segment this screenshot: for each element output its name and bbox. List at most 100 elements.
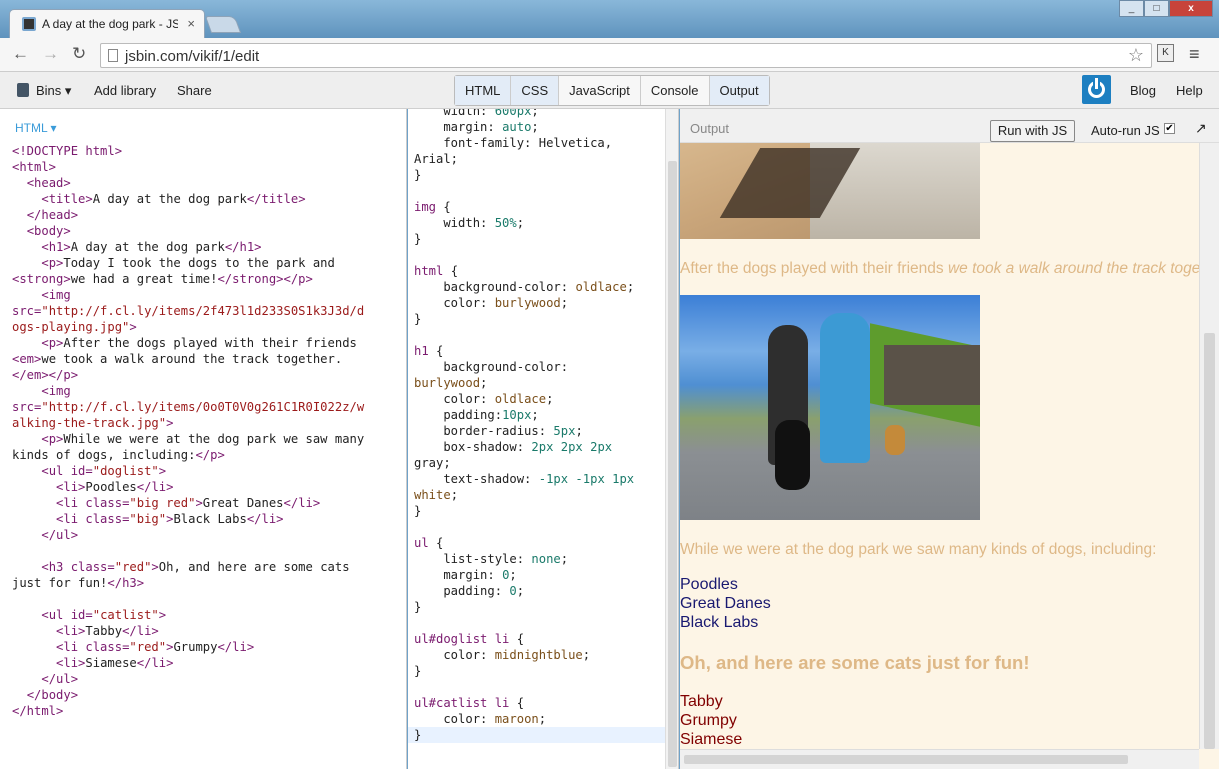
code-line[interactable]: <strong>we had a great time!</strong></p… [12, 271, 364, 287]
css-code[interactable]: width: 600px; margin: auto; font-family:… [408, 109, 665, 743]
code-line[interactable]: ul#catlist li { [414, 695, 665, 711]
code-line[interactable]: <h3 class="red">Oh, and here are some ca… [12, 559, 364, 575]
code-line[interactable]: width: 600px; [414, 109, 665, 119]
add-library-button[interactable]: Add library [94, 83, 156, 98]
code-line[interactable]: width: 50%; [414, 215, 665, 231]
code-line[interactable]: margin: auto; [414, 119, 665, 135]
url-input[interactable]: jsbin.com/vikif/1/edit ☆ [100, 43, 1152, 68]
html-code[interactable]: <!DOCTYPE html> <html> <head> <title>A da… [12, 143, 364, 719]
expand-output-icon[interactable]: ↗ [1195, 120, 1207, 137]
code-line[interactable]: <li class="red">Grumpy</li> [12, 639, 364, 655]
code-line[interactable]: } [414, 503, 665, 519]
back-icon[interactable]: ← [12, 44, 29, 64]
new-tab-button[interactable] [204, 16, 242, 33]
code-line[interactable] [12, 543, 364, 559]
code-line[interactable]: html { [414, 263, 665, 279]
code-line[interactable]: <img [12, 287, 364, 303]
code-line[interactable]: <li class="big">Black Labs</li> [12, 511, 364, 527]
panel-toggle-html[interactable]: HTML [455, 76, 512, 105]
close-window-button[interactable]: x [1169, 0, 1213, 17]
code-line[interactable]: } [414, 167, 665, 183]
code-line[interactable]: ul#doglist li { [414, 631, 665, 647]
blog-link[interactable]: Blog [1130, 83, 1156, 98]
code-line[interactable]: <h1>A day at the dog park</h1> [12, 239, 364, 255]
code-line[interactable]: box-shadow: 2px 2px 2px [414, 439, 665, 455]
code-line[interactable]: </em></p> [12, 367, 364, 383]
output-horizontal-scrollbar[interactable] [680, 749, 1199, 769]
code-line[interactable]: background-color: [414, 359, 665, 375]
code-line[interactable] [414, 615, 665, 631]
css-editor-panel[interactable]: width: 600px; margin: auto; font-family:… [408, 109, 665, 769]
minimize-button[interactable]: _ [1119, 0, 1144, 17]
code-line[interactable]: <ul id="catlist"> [12, 607, 364, 623]
code-line[interactable]: color: oldlace; [414, 391, 665, 407]
code-line[interactable]: <title>A day at the dog park</title> [12, 191, 364, 207]
code-line[interactable] [414, 327, 665, 343]
bins-menu[interactable]: Bins ▾ [36, 83, 71, 99]
help-link[interactable]: Help [1176, 83, 1203, 98]
code-line[interactable]: font-family: Helvetica, [414, 135, 665, 151]
bookmark-star-icon[interactable]: ☆ [1128, 45, 1144, 66]
code-line[interactable]: } [414, 311, 665, 327]
code-line[interactable]: } [414, 663, 665, 679]
code-line[interactable] [414, 679, 665, 695]
code-line[interactable]: color: maroon; [414, 711, 665, 727]
code-line[interactable]: } [414, 599, 665, 615]
code-line[interactable] [414, 183, 665, 199]
panel-toggle-javascript[interactable]: JavaScript [559, 76, 641, 105]
code-line[interactable]: color: midnightblue; [414, 647, 665, 663]
code-line[interactable]: <ul id="doglist"> [12, 463, 364, 479]
code-line[interactable]: img { [414, 199, 665, 215]
run-with-js-button[interactable]: Run with JS [990, 120, 1075, 142]
code-line[interactable] [414, 247, 665, 263]
code-line[interactable] [12, 591, 364, 607]
code-line[interactable]: <li>Siamese</li> [12, 655, 364, 671]
code-line[interactable]: just for fun!</h3> [12, 575, 364, 591]
code-line[interactable]: } [414, 231, 665, 247]
code-line[interactable]: <html> [12, 159, 364, 175]
code-line[interactable]: <!DOCTYPE html> [12, 143, 364, 159]
autorun-checkbox[interactable]: ✔ [1164, 123, 1175, 134]
code-line[interactable]: h1 { [414, 343, 665, 359]
code-line[interactable]: src="http://f.cl.ly/items/2f473l1d233S0S… [12, 303, 364, 319]
code-line[interactable]: <li>Tabby</li> [12, 623, 364, 639]
code-line[interactable]: Arial; [414, 151, 665, 167]
code-line[interactable]: </ul> [12, 671, 364, 687]
code-line[interactable]: gray; [414, 455, 665, 471]
code-line[interactable]: burlywood; [414, 375, 665, 391]
code-line[interactable]: alking-the-track.jpg"> [12, 415, 364, 431]
code-line[interactable]: white; [414, 487, 665, 503]
code-line[interactable]: </html> [12, 703, 364, 719]
code-line[interactable]: </ul> [12, 527, 364, 543]
panel-toggle-console[interactable]: Console [641, 76, 710, 105]
code-line[interactable]: background-color: oldlace; [414, 279, 665, 295]
browser-tab[interactable]: A day at the dog park - JS × [9, 9, 205, 38]
code-line[interactable]: } [408, 727, 665, 743]
code-line[interactable]: margin: 0; [414, 567, 665, 583]
code-line[interactable]: padding:10px; [414, 407, 665, 423]
css-scrollbar[interactable] [665, 109, 679, 769]
jsbin-power-logo-icon[interactable] [1082, 75, 1111, 104]
panel-toggle-output[interactable]: Output [709, 76, 769, 105]
extension-icon[interactable]: K [1157, 44, 1174, 62]
code-line[interactable]: <p>While we were at the dog park we saw … [12, 431, 364, 447]
code-line[interactable]: ogs-playing.jpg"> [12, 319, 364, 335]
code-line[interactable]: border-radius: 5px; [414, 423, 665, 439]
code-line[interactable]: ul { [414, 535, 665, 551]
code-line[interactable]: list-style: none; [414, 551, 665, 567]
code-line[interactable]: kinds of dogs, including:</p> [12, 447, 364, 463]
reload-icon[interactable]: ↻ [72, 44, 86, 64]
code-line[interactable] [414, 519, 665, 535]
output-vertical-scrollbar[interactable] [1199, 143, 1219, 749]
html-panel-label[interactable]: HTML ▾ [15, 121, 57, 135]
code-line[interactable]: src="http://f.cl.ly/items/0o0T0V0g261C1R… [12, 399, 364, 415]
maximize-button[interactable]: □ [1144, 0, 1169, 17]
tab-close-icon[interactable]: × [187, 16, 195, 31]
code-line[interactable]: <body> [12, 223, 364, 239]
code-line[interactable]: </head> [12, 207, 364, 223]
panel-toggle-css[interactable]: CSS [511, 76, 560, 105]
share-button[interactable]: Share [177, 83, 212, 98]
code-line[interactable]: <p>Today I took the dogs to the park and [12, 255, 364, 271]
code-line[interactable]: text-shadow: -1px -1px 1px [414, 471, 665, 487]
code-line[interactable]: <head> [12, 175, 364, 191]
